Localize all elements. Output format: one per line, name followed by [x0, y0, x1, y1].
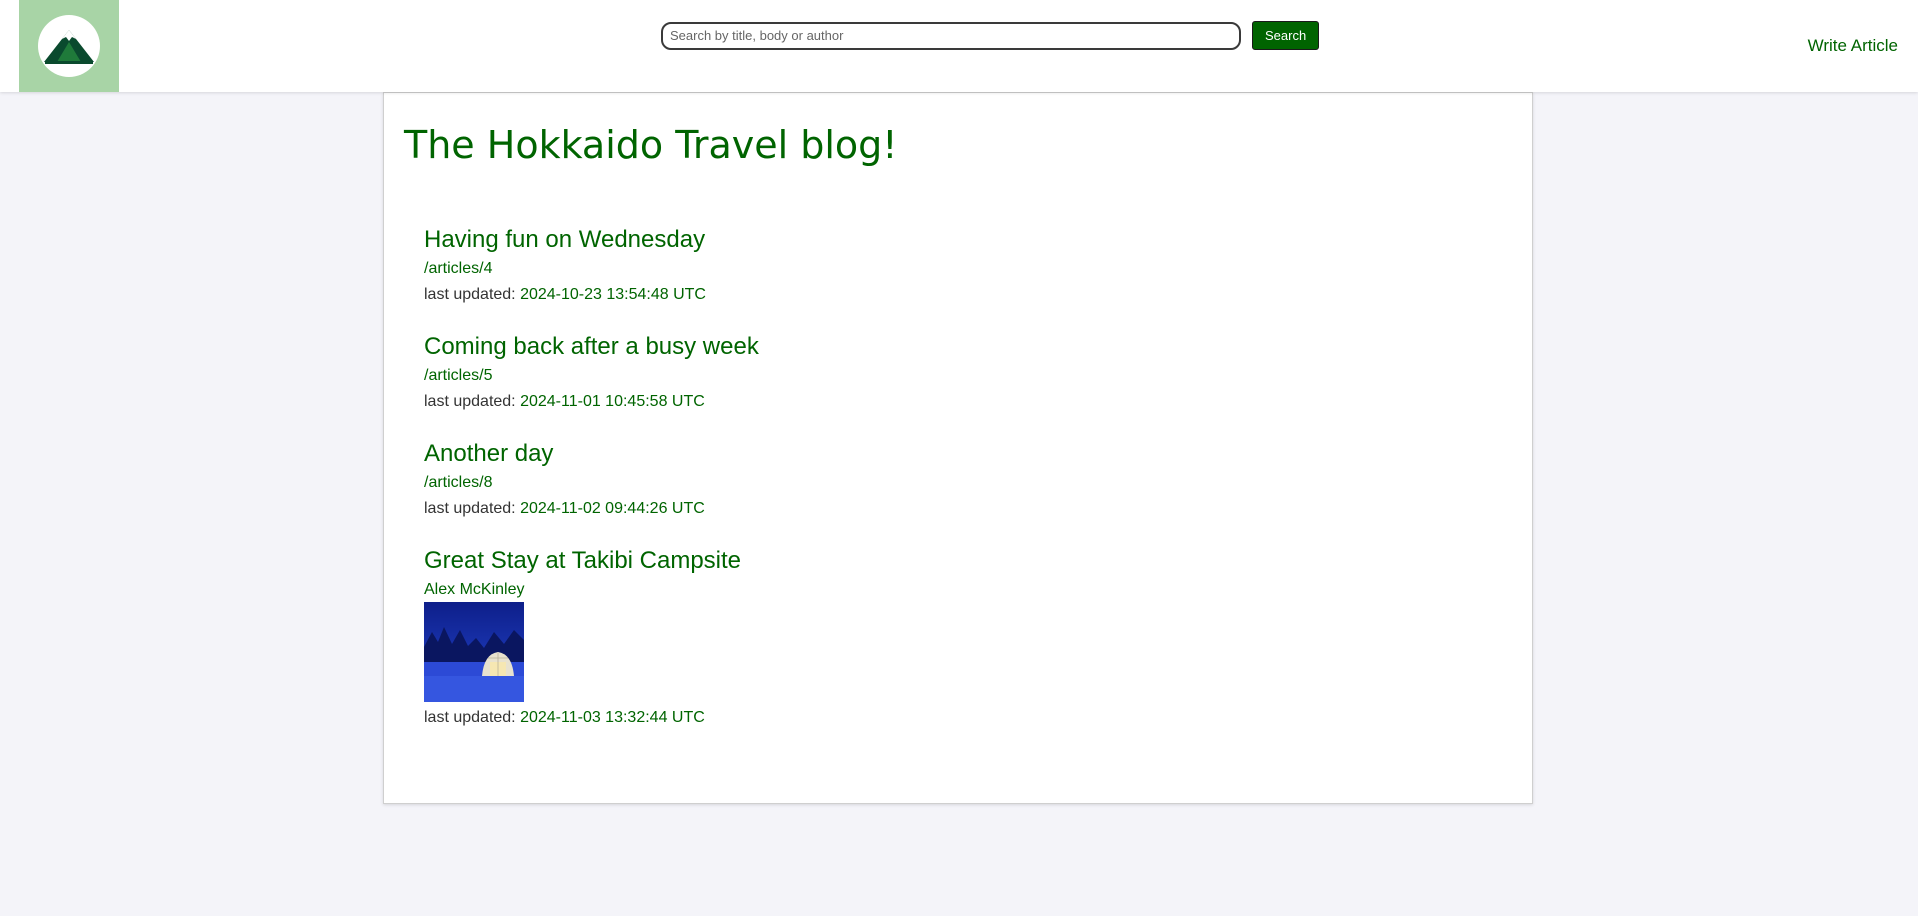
article-thumbnail-image[interactable] [424, 602, 524, 702]
last-updated-label: last updated: [424, 709, 516, 726]
article-author-link[interactable]: Alex McKinley [424, 580, 1424, 600]
article-title-link[interactable]: Having fun on Wednesday [424, 225, 1424, 255]
article-item: Having fun on Wednesday /articles/4 last… [424, 225, 1424, 305]
last-updated-label: last updated: [424, 393, 516, 410]
article-path-link[interactable]: /articles/4 [424, 259, 1424, 279]
page-title: The Hokkaido Travel blog! [404, 123, 898, 167]
article-meta: last updated: 2024-10-23 13:54:48 UTC [424, 285, 1424, 305]
last-updated-date: 2024-11-02 09:44:26 UTC [520, 500, 705, 517]
last-updated-label: last updated: [424, 500, 516, 517]
last-updated-date: 2024-11-03 13:32:44 UTC [520, 709, 705, 726]
article-path-link[interactable]: /articles/8 [424, 473, 1424, 493]
search-input[interactable] [661, 21, 1241, 50]
write-article-link[interactable]: Write Article [1808, 36, 1898, 56]
top-navigation-bar: Search Write Article [0, 0, 1918, 92]
article-item: Another day /articles/8 last updated: 20… [424, 439, 1424, 519]
last-updated-label: last updated: [424, 286, 516, 303]
home-logo-link[interactable] [19, 0, 119, 92]
search-form: Search [661, 21, 1320, 50]
mountain-logo-icon [38, 15, 100, 77]
article-title-link[interactable]: Coming back after a busy week [424, 332, 1424, 362]
article-list-card: The Hokkaido Travel blog! Having fun on … [383, 92, 1533, 804]
last-updated-date: 2024-11-01 10:45:58 UTC [520, 393, 705, 410]
article-meta: last updated: 2024-11-02 09:44:26 UTC [424, 499, 1424, 519]
article-path-link[interactable]: /articles/5 [424, 366, 1424, 386]
article-list: Having fun on Wednesday /articles/4 last… [424, 225, 1424, 755]
article-meta: last updated: 2024-11-03 13:32:44 UTC [424, 708, 1424, 728]
article-item: Great Stay at Takibi Campsite Alex McKin… [424, 546, 1424, 728]
article-title-link[interactable]: Great Stay at Takibi Campsite [424, 546, 1424, 576]
last-updated-date: 2024-10-23 13:54:48 UTC [520, 286, 706, 303]
article-meta: last updated: 2024-11-01 10:45:58 UTC [424, 392, 1424, 412]
article-title-link[interactable]: Another day [424, 439, 1424, 469]
article-item: Coming back after a busy week /articles/… [424, 332, 1424, 412]
search-button[interactable]: Search [1252, 21, 1320, 50]
